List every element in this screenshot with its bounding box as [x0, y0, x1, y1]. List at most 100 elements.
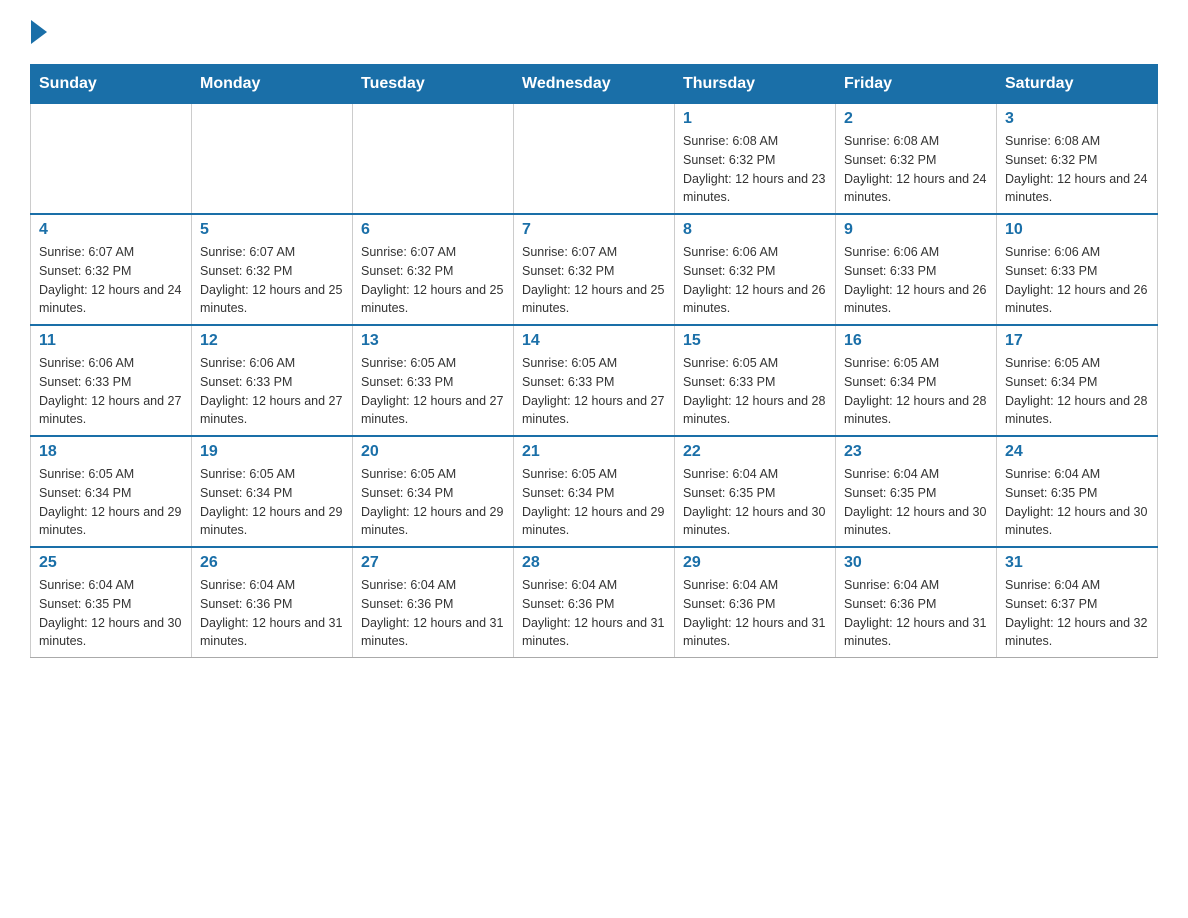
calendar-header-monday: Monday — [192, 65, 353, 104]
calendar-day-cell: 2 Sunrise: 6:08 AM Sunset: 6:32 PM Daylig… — [836, 104, 997, 215]
day-info: Sunrise: 6:04 AM Sunset: 6:37 PM Dayligh… — [1005, 576, 1149, 651]
calendar-header-friday: Friday — [836, 65, 997, 104]
day-info: Sunrise: 6:04 AM Sunset: 6:36 PM Dayligh… — [683, 576, 827, 651]
day-info: Sunrise: 6:04 AM Sunset: 6:36 PM Dayligh… — [200, 576, 344, 651]
day-info: Sunrise: 6:04 AM Sunset: 6:36 PM Dayligh… — [361, 576, 505, 651]
day-number: 18 — [39, 443, 183, 461]
day-number: 25 — [39, 554, 183, 572]
calendar-week-row: 1 Sunrise: 6:08 AM Sunset: 6:32 PM Daylig… — [31, 104, 1158, 215]
calendar-day-cell — [192, 104, 353, 215]
day-number: 23 — [844, 443, 988, 461]
calendar-day-cell: 10 Sunrise: 6:06 AM Sunset: 6:33 PM Dayli… — [997, 214, 1158, 325]
day-number: 3 — [1005, 110, 1149, 128]
calendar-day-cell — [353, 104, 514, 215]
day-number: 11 — [39, 332, 183, 350]
calendar-table: SundayMondayTuesdayWednesdayThursdayFrid… — [30, 64, 1158, 658]
calendar-day-cell: 28 Sunrise: 6:04 AM Sunset: 6:36 PM Dayli… — [514, 547, 675, 658]
day-info: Sunrise: 6:05 AM Sunset: 6:34 PM Dayligh… — [361, 465, 505, 540]
day-info: Sunrise: 6:04 AM Sunset: 6:35 PM Dayligh… — [844, 465, 988, 540]
calendar-day-cell: 13Sunrise: 6:05 AM Sunset: 6:33 PM Dayli… — [353, 325, 514, 436]
calendar-day-cell: 29 Sunrise: 6:04 AM Sunset: 6:36 PM Dayli… — [675, 547, 836, 658]
day-number: 12 — [200, 332, 344, 350]
calendar-day-cell: 16 Sunrise: 6:05 AM Sunset: 6:34 PM Dayli… — [836, 325, 997, 436]
day-info: Sunrise: 6:06 AM Sunset: 6:33 PM Dayligh… — [200, 354, 344, 429]
day-number: 31 — [1005, 554, 1149, 572]
day-info: Sunrise: 6:07 AM Sunset: 6:32 PM Dayligh… — [200, 243, 344, 318]
day-info: Sunrise: 6:05 AM Sunset: 6:34 PM Dayligh… — [1005, 354, 1149, 429]
day-info: Sunrise: 6:08 AM Sunset: 6:32 PM Dayligh… — [844, 132, 988, 207]
day-info: Sunrise: 6:05 AM Sunset: 6:34 PM Dayligh… — [39, 465, 183, 540]
day-info: Sunrise: 6:06 AM Sunset: 6:32 PM Dayligh… — [683, 243, 827, 318]
day-number: 2 — [844, 110, 988, 128]
calendar-day-cell: 24 Sunrise: 6:04 AM Sunset: 6:35 PM Dayli… — [997, 436, 1158, 547]
calendar-day-cell: 11Sunrise: 6:06 AM Sunset: 6:33 PM Dayli… — [31, 325, 192, 436]
day-number: 30 — [844, 554, 988, 572]
day-number: 24 — [1005, 443, 1149, 461]
day-number: 15 — [683, 332, 827, 350]
calendar-day-cell: 23 Sunrise: 6:04 AM Sunset: 6:35 PM Dayli… — [836, 436, 997, 547]
calendar-day-cell — [514, 104, 675, 215]
page-header — [30, 20, 1158, 44]
day-number: 22 — [683, 443, 827, 461]
calendar-day-cell: 20 Sunrise: 6:05 AM Sunset: 6:34 PM Dayli… — [353, 436, 514, 547]
calendar-day-cell: 22 Sunrise: 6:04 AM Sunset: 6:35 PM Dayli… — [675, 436, 836, 547]
calendar-header-thursday: Thursday — [675, 65, 836, 104]
day-info: Sunrise: 6:06 AM Sunset: 6:33 PM Dayligh… — [844, 243, 988, 318]
day-info: Sunrise: 6:05 AM Sunset: 6:33 PM Dayligh… — [361, 354, 505, 429]
day-number: 14 — [522, 332, 666, 350]
calendar-day-cell: 19 Sunrise: 6:05 AM Sunset: 6:34 PM Dayli… — [192, 436, 353, 547]
logo-triangle-icon — [31, 20, 47, 44]
calendar-header-saturday: Saturday — [997, 65, 1158, 104]
day-number: 29 — [683, 554, 827, 572]
day-number: 20 — [361, 443, 505, 461]
calendar-day-cell: 1 Sunrise: 6:08 AM Sunset: 6:32 PM Daylig… — [675, 104, 836, 215]
day-info: Sunrise: 6:06 AM Sunset: 6:33 PM Dayligh… — [1005, 243, 1149, 318]
calendar-day-cell: 26 Sunrise: 6:04 AM Sunset: 6:36 PM Dayli… — [192, 547, 353, 658]
calendar-week-row: 4 Sunrise: 6:07 AM Sunset: 6:32 PM Daylig… — [31, 214, 1158, 325]
day-info: Sunrise: 6:05 AM Sunset: 6:33 PM Dayligh… — [522, 354, 666, 429]
day-number: 28 — [522, 554, 666, 572]
day-info: Sunrise: 6:05 AM Sunset: 6:34 PM Dayligh… — [844, 354, 988, 429]
day-info: Sunrise: 6:05 AM Sunset: 6:34 PM Dayligh… — [200, 465, 344, 540]
day-number: 6 — [361, 221, 505, 239]
calendar-header-wednesday: Wednesday — [514, 65, 675, 104]
calendar-day-cell: 25Sunrise: 6:04 AM Sunset: 6:35 PM Dayli… — [31, 547, 192, 658]
calendar-day-cell: 31 Sunrise: 6:04 AM Sunset: 6:37 PM Dayli… — [997, 547, 1158, 658]
day-number: 8 — [683, 221, 827, 239]
day-number: 21 — [522, 443, 666, 461]
calendar-week-row: 11 Sunrise: 6:06 AM Sunset: 6:33 PM Dayli… — [31, 325, 1158, 436]
calendar-week-row: 25Sunrise: 6:04 AM Sunset: 6:35 PM Dayli… — [31, 547, 1158, 658]
calendar-day-cell: 8 Sunrise: 6:06 AM Sunset: 6:32 PM Daylig… — [675, 214, 836, 325]
calendar-day-cell: 18 Sunrise: 6:05 AM Sunset: 6:34 PM Dayli… — [31, 436, 192, 547]
day-number: 7 — [522, 221, 666, 239]
calendar-day-cell: 14 Sunrise: 6:05 AM Sunset: 6:33 PM Dayli… — [514, 325, 675, 436]
day-info: Sunrise: 6:08 AM Sunset: 6:32 PM Dayligh… — [1005, 132, 1149, 207]
day-number: 26 — [200, 554, 344, 572]
calendar-day-cell: 9Sunrise: 6:06 AM Sunset: 6:33 PM Daylig… — [836, 214, 997, 325]
day-info: Sunrise: 6:07 AM Sunset: 6:32 PM Dayligh… — [39, 243, 183, 318]
day-number: 19 — [200, 443, 344, 461]
day-number: 16 — [844, 332, 988, 350]
day-info: Sunrise: 6:04 AM Sunset: 6:36 PM Dayligh… — [522, 576, 666, 651]
calendar-day-cell — [31, 104, 192, 215]
day-number: 10 — [1005, 221, 1149, 239]
day-number: 5 — [200, 221, 344, 239]
day-info: Sunrise: 6:04 AM Sunset: 6:35 PM Dayligh… — [683, 465, 827, 540]
day-info: Sunrise: 6:08 AM Sunset: 6:32 PM Dayligh… — [683, 132, 827, 207]
day-info: Sunrise: 6:07 AM Sunset: 6:32 PM Dayligh… — [361, 243, 505, 318]
calendar-day-cell: 6 Sunrise: 6:07 AM Sunset: 6:32 PM Daylig… — [353, 214, 514, 325]
day-info: Sunrise: 6:07 AM Sunset: 6:32 PM Dayligh… — [522, 243, 666, 318]
calendar-day-cell: 12 Sunrise: 6:06 AM Sunset: 6:33 PM Dayli… — [192, 325, 353, 436]
day-number: 4 — [39, 221, 183, 239]
calendar-header-row: SundayMondayTuesdayWednesdayThursdayFrid… — [31, 65, 1158, 104]
calendar-week-row: 18 Sunrise: 6:05 AM Sunset: 6:34 PM Dayli… — [31, 436, 1158, 547]
calendar-day-cell: 27Sunrise: 6:04 AM Sunset: 6:36 PM Dayli… — [353, 547, 514, 658]
day-number: 1 — [683, 110, 827, 128]
calendar-day-cell: 21Sunrise: 6:05 AM Sunset: 6:34 PM Dayli… — [514, 436, 675, 547]
day-info: Sunrise: 6:04 AM Sunset: 6:35 PM Dayligh… — [1005, 465, 1149, 540]
calendar-day-cell: 15 Sunrise: 6:05 AM Sunset: 6:33 PM Dayli… — [675, 325, 836, 436]
logo — [30, 20, 47, 44]
day-info: Sunrise: 6:05 AM Sunset: 6:33 PM Dayligh… — [683, 354, 827, 429]
calendar-day-cell: 30Sunrise: 6:04 AM Sunset: 6:36 PM Dayli… — [836, 547, 997, 658]
calendar-day-cell: 7 Sunrise: 6:07 AM Sunset: 6:32 PM Daylig… — [514, 214, 675, 325]
